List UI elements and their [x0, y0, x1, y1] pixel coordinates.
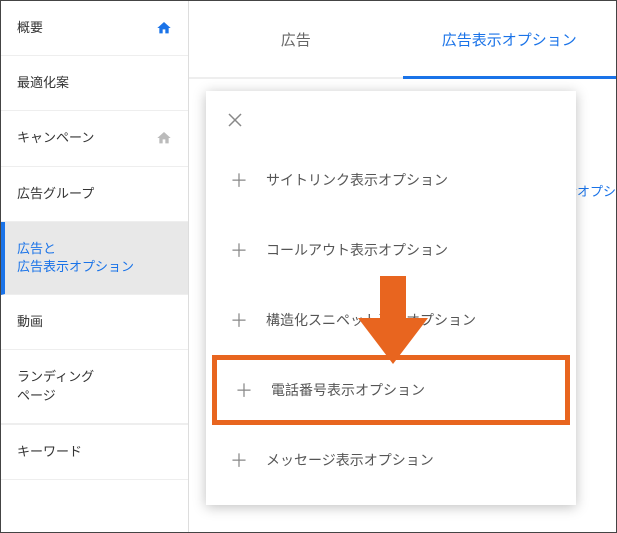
sidebar-item-videos[interactable]: 動画: [1, 295, 188, 350]
menu-item-label: コールアウト表示オプション: [266, 240, 448, 260]
sidebar-item-ads-extensions[interactable]: 広告と 広告表示オプション: [1, 222, 188, 295]
sidebar-item-adgroups[interactable]: 広告グループ: [1, 167, 188, 222]
sidebar-item-label: 概要: [17, 19, 43, 37]
sidebar-item-label: 最適化案: [17, 74, 69, 92]
tab-ad-extensions[interactable]: 広告表示オプション: [403, 1, 617, 77]
plus-icon: ＋: [230, 167, 248, 193]
menu-item-sitelink[interactable]: ＋ サイトリンク表示オプション: [206, 145, 576, 215]
sidebar-item-overview[interactable]: 概要: [1, 1, 188, 56]
home-icon: [156, 20, 172, 36]
sidebar-item-campaigns[interactable]: キャンペーン: [1, 111, 188, 166]
tab-label: 広告表示オプション: [442, 29, 577, 50]
sidebar-item-label: 広告グループ: [17, 185, 94, 203]
tab-label: 広告: [281, 29, 311, 50]
sidebar-item-label: キャンペーン: [17, 129, 94, 147]
sidebar-item-label: キーワード: [17, 443, 82, 461]
menu-item-label: サイトリンク表示オプション: [266, 170, 448, 190]
tab-ads[interactable]: 広告: [189, 1, 403, 77]
sidebar: 概要 最適化案 キャンペーン 広告グループ 広告と 広告表示オプション 動画 ラ…: [1, 1, 189, 532]
sidebar-item-label: 広告と 広告表示オプション: [17, 240, 134, 276]
plus-icon: ＋: [235, 377, 253, 403]
sidebar-item-label: ランディング ページ: [17, 368, 94, 404]
close-button[interactable]: [206, 91, 576, 145]
sidebar-item-label: 動画: [17, 313, 43, 331]
arrow-icon: [358, 276, 428, 366]
tabs: 広告 広告表示オプション: [189, 1, 616, 79]
menu-item-label: メッセージ表示オプション: [266, 450, 434, 470]
sidebar-item-recommendations[interactable]: 最適化案: [1, 56, 188, 111]
plus-icon: ＋: [230, 237, 248, 263]
plus-icon: ＋: [230, 307, 248, 333]
sidebar-item-keywords[interactable]: キーワード: [1, 424, 188, 480]
close-icon: [226, 111, 244, 129]
menu-item-label: 電話番号表示オプション: [271, 380, 425, 400]
sidebar-item-landing-pages[interactable]: ランディング ページ: [1, 350, 188, 423]
home-icon: [156, 130, 172, 146]
menu-item-callout[interactable]: ＋ コールアウト表示オプション: [206, 215, 576, 285]
plus-icon: ＋: [230, 447, 248, 473]
menu-item-message[interactable]: ＋ メッセージ表示オプション: [206, 425, 576, 495]
